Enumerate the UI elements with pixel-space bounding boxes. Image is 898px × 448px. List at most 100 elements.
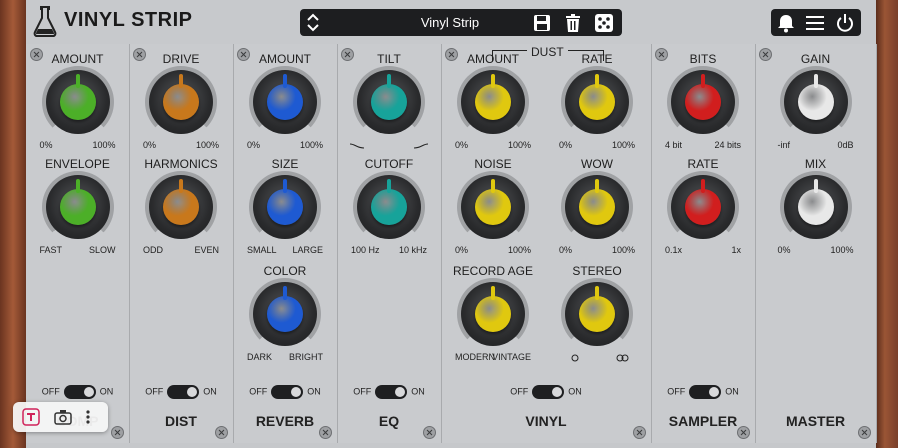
section-toggle[interactable] — [167, 385, 200, 399]
tilt-high-icon — [413, 143, 429, 149]
knob-reverb-color[interactable]: DARK BRIGHT — [247, 278, 323, 362]
knob-cap — [475, 189, 511, 225]
knob-block-master-1: MIX 0% 100% — [766, 157, 866, 255]
knob-comp-amount[interactable]: 0% 100% — [40, 66, 116, 150]
knob-cap — [475, 84, 511, 120]
knob-master-mix[interactable]: 0% 100% — [778, 171, 854, 255]
toggle-thumb — [187, 387, 198, 397]
toggle-thumb — [83, 387, 94, 397]
knob-sampler-bits[interactable]: 4 bit 24 bits — [665, 66, 741, 150]
toggle-on-label: ON — [725, 386, 739, 397]
knob-min-label: 0% — [143, 140, 157, 150]
knob-max-label: 100% — [299, 140, 323, 150]
knob-block-reverb-1: SIZE SMALL LARGE — [235, 157, 335, 255]
knob-max-label: 1x — [731, 245, 741, 255]
toggle-on-label: ON — [203, 386, 217, 397]
trash-icon[interactable] — [563, 13, 583, 33]
toggle-on-label: ON — [411, 386, 425, 397]
knob-min-label: 4 bit — [665, 140, 683, 150]
knob-vinyl-wow[interactable]: 0% 100% — [559, 171, 635, 255]
knob-min-label: 0% — [455, 245, 469, 255]
knob-block-reverb-2: COLOR DARK BRIGHT — [235, 264, 335, 362]
knob-cap — [685, 84, 721, 120]
plugin-window: VINYL STRIP Vinyl Strip DUST AMOUNT 0% 1… — [0, 0, 898, 448]
knob-max-label: 0dB — [837, 140, 854, 150]
knob-indicator — [283, 74, 287, 88]
knob-reverb-size[interactable]: SMALL LARGE — [247, 171, 323, 255]
knob-min-label: 0% — [559, 245, 573, 255]
knob-indicator — [701, 179, 705, 193]
bypass-toggle-row: OFF ON — [337, 385, 441, 399]
knob-min-label: 0% — [777, 245, 791, 255]
knob-cap — [371, 189, 407, 225]
knob-min-label: MODERN — [455, 352, 495, 362]
knob-eq-cutoff[interactable]: 100 Hz 10 kHz — [351, 171, 427, 255]
knob-cap — [163, 189, 199, 225]
knob-sampler-rate[interactable]: 0.1x 1x — [665, 171, 741, 255]
knob-block-vinyl-3: WOW 0% 100% — [547, 157, 647, 255]
toggle-off-label: OFF — [353, 386, 372, 397]
knob-block-vinyl-0: AMOUNT 0% 100% — [443, 52, 543, 150]
knob-cap — [579, 296, 615, 332]
menu-icon[interactable] — [805, 13, 825, 33]
knob-cap — [797, 84, 834, 120]
toggle-thumb — [552, 387, 563, 397]
camera-icon[interactable] — [53, 407, 73, 427]
knob-cap — [797, 189, 834, 225]
save-icon[interactable] — [532, 13, 552, 33]
knob-indicator — [179, 179, 183, 193]
knob-master-gain[interactable]: -inf 0dB — [778, 66, 854, 150]
section-vinyl: AMOUNT 0% 100% RATE 0% 100% NOISE 0% 100% WOW 0% 10… — [441, 44, 652, 443]
knob-indicator — [283, 286, 287, 300]
knob-eq-tilt[interactable] — [349, 66, 429, 149]
knob-min-label: FAST — [39, 245, 63, 255]
knob-vinyl-amount[interactable]: 0% 100% — [455, 66, 531, 150]
knob-max-label: 100% — [611, 140, 635, 150]
knob-cap — [163, 84, 199, 120]
knob-comp-envelope[interactable]: FAST SLOW — [40, 171, 116, 255]
section-master: GAIN -inf 0dB MIX 0% 100% MASTER — [755, 44, 877, 443]
power-icon[interactable] — [835, 13, 855, 33]
bell-icon[interactable] — [776, 13, 796, 33]
preset-name[interactable]: Vinyl Strip — [340, 15, 560, 30]
knob-min-label: 0% — [39, 140, 53, 150]
section-toggle[interactable] — [375, 385, 408, 399]
section-toggle[interactable] — [63, 385, 96, 399]
knob-max-label: 100% — [195, 140, 219, 150]
knob-block-comp-1: ENVELOPE FAST SLOW — [28, 157, 128, 255]
preset-selector[interactable]: Vinyl Strip — [300, 9, 622, 36]
knob-vinyl-stereo[interactable] — [561, 278, 633, 362]
knob-max-label: 100% — [92, 140, 116, 150]
screenshot-toolbar — [13, 402, 108, 432]
knob-indicator — [813, 74, 818, 88]
section-toggle[interactable] — [532, 385, 565, 399]
section-toggle[interactable] — [271, 385, 304, 399]
knob-cap — [579, 84, 615, 120]
toggle-off-label: OFF — [510, 386, 529, 397]
knob-vinyl-rate[interactable]: 0% 100% — [559, 66, 635, 150]
bypass-toggle-row: OFF ON — [233, 385, 337, 399]
section-name: VINYL — [525, 413, 567, 429]
toggle-on-label: ON — [568, 386, 582, 397]
stereo-icon — [616, 354, 629, 362]
knob-dist-drive[interactable]: 0% 100% — [143, 66, 219, 150]
knob-indicator — [491, 74, 495, 88]
knob-vinyl-record-age[interactable]: MODERN VINTAGE — [455, 278, 531, 362]
knob-indicator — [595, 74, 599, 88]
toggle-thumb — [291, 387, 302, 397]
knob-cap — [267, 189, 303, 225]
knob-dist-harmonics[interactable]: ODD EVEN — [143, 171, 219, 255]
knob-cap — [579, 189, 615, 225]
knob-block-sampler-0: BITS 4 bit 24 bits — [653, 52, 753, 150]
section-toggle[interactable] — [689, 385, 722, 399]
knob-block-eq-0: TILT — [339, 52, 439, 149]
preset-arrows-icon[interactable] — [306, 12, 320, 33]
knob-reverb-amount[interactable]: 0% 100% — [247, 66, 323, 150]
knob-vinyl-noise[interactable]: 0% 100% — [455, 171, 531, 255]
text-recognition-icon[interactable] — [21, 407, 41, 427]
tilt-low-icon — [349, 143, 365, 149]
dice-icon[interactable] — [594, 13, 614, 33]
knob-cap — [59, 84, 96, 120]
more-options-icon[interactable] — [83, 407, 93, 427]
knob-max-label: LARGE — [292, 245, 323, 255]
